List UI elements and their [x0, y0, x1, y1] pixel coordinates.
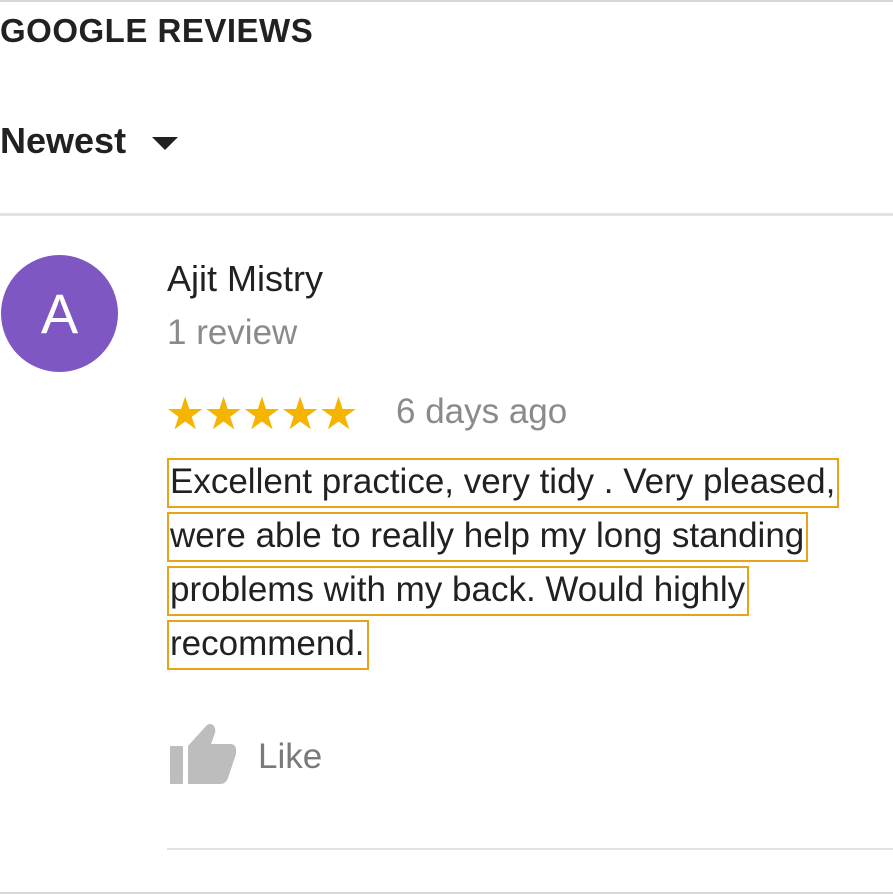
- review-text-line: were able to really help my long standin…: [167, 512, 809, 562]
- sort-selected-label: Newest: [0, 120, 127, 161]
- star-icon: ★: [165, 386, 206, 440]
- caret-down-icon: [152, 136, 179, 150]
- reviewer-name[interactable]: Ajit Mistry: [167, 258, 323, 300]
- review-text-line: recommend.: [167, 620, 369, 670]
- star-icon: ★: [280, 386, 321, 440]
- sort-dropdown[interactable]: Newest: [0, 120, 179, 162]
- divider: [167, 848, 893, 850]
- star-icon: ★: [241, 386, 283, 440]
- review-date: 6 days ago: [396, 392, 568, 431]
- avatar-letter: A: [40, 281, 79, 345]
- star-icon: ★: [318, 386, 359, 440]
- thumbs-up-icon: [168, 722, 238, 791]
- avatar[interactable]: A: [1, 255, 118, 372]
- divider: [0, 213, 893, 216]
- like-label: Like: [258, 736, 323, 776]
- review-text-line: problems with my back. Would highly: [167, 566, 750, 616]
- star-rating: ★ ★ ★ ★ ★: [165, 386, 359, 440]
- page-title: GOOGLE REVIEWS: [0, 12, 314, 49]
- review-count: 1 review: [167, 313, 298, 352]
- star-icon: ★: [203, 386, 244, 440]
- top-border: [0, 0, 893, 2]
- like-button[interactable]: Like: [168, 722, 322, 791]
- review-text: Excellent practice, very tidy . Very ple…: [167, 458, 893, 674]
- review-text-line: Excellent practice, very tidy . Very ple…: [167, 458, 840, 508]
